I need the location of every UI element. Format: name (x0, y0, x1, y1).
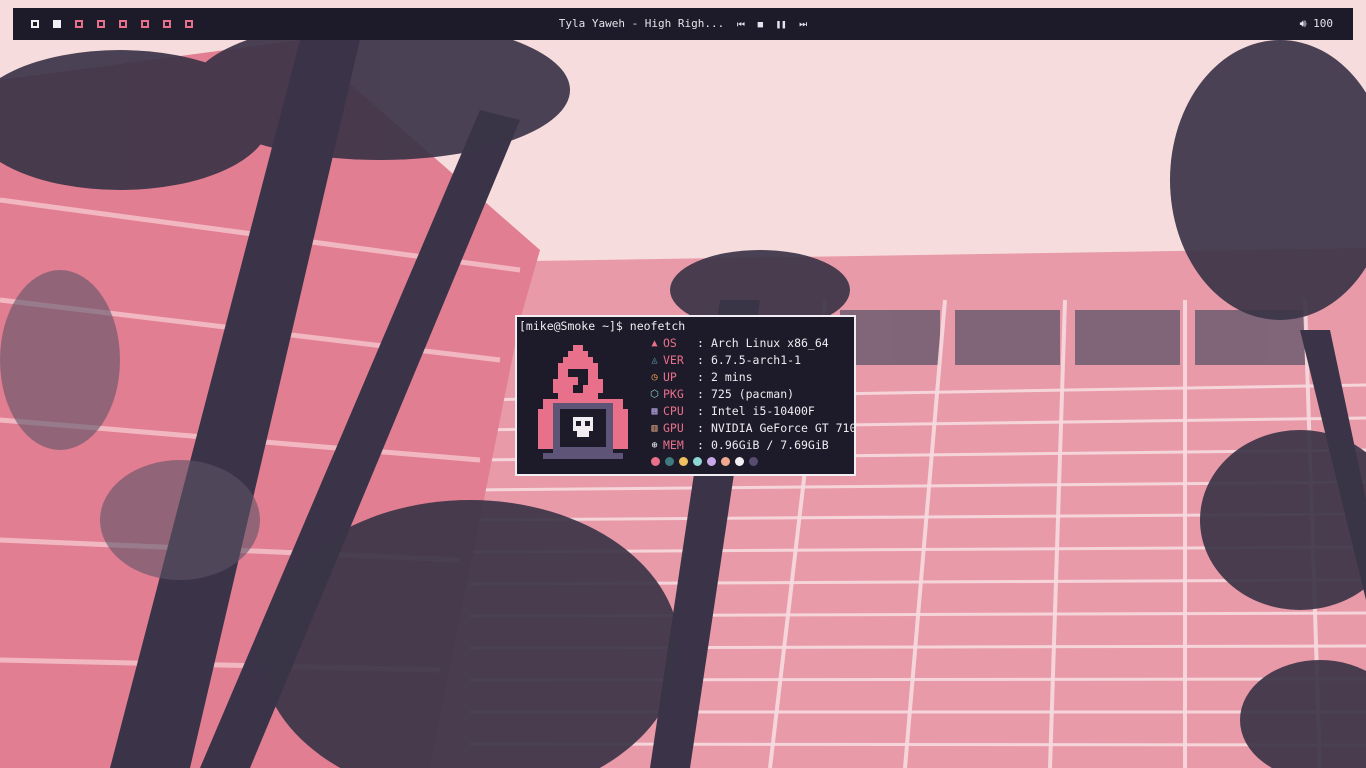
info-key: OS (663, 336, 677, 350)
pause-icon[interactable]: ❚❚ (776, 9, 787, 41)
speaker-icon: 🔊︎ (1299, 17, 1307, 30)
color-swatch-3 (679, 457, 688, 466)
gpu-icon: ▥ (651, 423, 658, 434)
info-value: Arch Linux x86_64 (711, 336, 829, 350)
terminal-window[interactable]: [mike@Smoke ~]$ neofetch ▲ OS: Arch Lin… (515, 315, 856, 476)
info-value: 0.96GiB / 7.69GiB (711, 438, 829, 452)
system-info: ▲ OS: Arch Linux x86_64 ◬ VER:6.7.5-arch1-1 ◷… (649, 335, 856, 454)
color-swatch-2 (665, 457, 674, 466)
stop-icon[interactable]: ■ (758, 9, 763, 41)
color-swatch-1 (651, 457, 660, 466)
info-key: VER (663, 353, 684, 367)
info-row-up: ◷ UP:2 mins (649, 369, 856, 386)
clock-icon: ◷ (651, 372, 658, 383)
info-separator: : (697, 438, 704, 452)
info-separator: : (697, 421, 704, 435)
info-value: 725 (pacman) (711, 387, 795, 401)
info-separator: : (697, 387, 704, 401)
memory-icon: ⊕ (651, 440, 658, 451)
info-row-ver: ◬ VER:6.7.5-arch1-1 (649, 352, 856, 369)
info-row-cpu: ▦ CPU: Intel i5-10400F (649, 403, 856, 420)
color-swatch-4 (693, 457, 702, 466)
info-value: Intel i5-10400F (711, 404, 815, 418)
info-row-os: ▲ OS: Arch Linux x86_64 (649, 335, 856, 352)
volume-value: 100 (1313, 17, 1333, 30)
kernel-icon: ◬ (651, 355, 658, 366)
info-row-pkg: ⬡ PKG:725 (pacman) (649, 386, 856, 403)
info-separator: : (697, 353, 704, 367)
media-player: Tyla Yaweh - High Righ... ⏮ ■ ❚❚ ⏭ (13, 8, 1353, 40)
volume-indicator[interactable]: 🔊︎ 100 (1300, 8, 1333, 40)
terminal-prompt: [mike@Smoke ~]$ neofetch (519, 319, 686, 333)
prev-icon[interactable]: ⏮ (737, 9, 745, 41)
top-bar: Tyla Yaweh - High Righ... ⏮ ■ ❚❚ ⏭ 🔊︎ 10… (13, 8, 1353, 40)
next-icon[interactable]: ⏭ (799, 9, 807, 41)
now-playing-title[interactable]: Tyla Yaweh - High Righ... (559, 17, 725, 30)
info-row-mem: ⊕ MEM:0.96GiB / 7.69GiB (649, 437, 856, 454)
info-key: GPU (663, 421, 684, 435)
info-key: MEM (663, 438, 684, 452)
info-separator: : (697, 404, 704, 418)
color-swatch-6 (721, 457, 730, 466)
info-key: CPU (663, 404, 684, 418)
info-separator: : (697, 336, 704, 350)
info-value: 6.7.5-arch1-1 (711, 353, 802, 367)
cpu-icon: ▦ (651, 406, 658, 417)
info-key: UP (663, 370, 677, 384)
info-value: 2 mins (711, 370, 753, 384)
color-swatch-5 (707, 457, 716, 466)
color-swatch-8 (749, 457, 758, 466)
arch-icon: ▲ (651, 338, 658, 349)
archlinux-pixel-ghost-icon (538, 345, 628, 459)
info-separator: : (697, 370, 704, 384)
color-palette (651, 457, 758, 466)
info-key: PKG (663, 387, 684, 401)
info-value: NVIDIA GeForce GT 710 (711, 421, 857, 435)
package-icon: ⬡ (650, 389, 659, 400)
color-swatch-7 (735, 457, 744, 466)
info-row-gpu: ▥ GPU: NVIDIA GeForce GT 710 (649, 420, 856, 437)
